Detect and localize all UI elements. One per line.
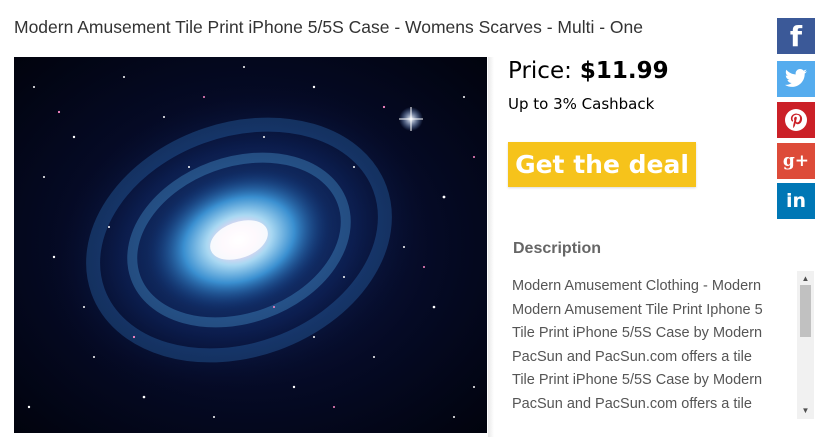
image-shadow — [488, 57, 494, 437]
description-box[interactable]: Modern Amusement Clothing - Modern Moder… — [508, 271, 814, 421]
twitter-bird-icon — [785, 69, 807, 87]
price-line: Price: $11.99 — [508, 58, 669, 84]
galaxy-image — [27, 66, 475, 418]
price-label: Price: — [508, 58, 572, 84]
twitter-share-button[interactable] — [777, 61, 815, 97]
product-image[interactable] — [14, 57, 487, 433]
googleplus-icon: g+ — [782, 151, 810, 171]
description-heading: Description — [513, 240, 602, 257]
scroll-thumb[interactable] — [800, 285, 811, 337]
pinterest-share-button[interactable] — [777, 102, 815, 138]
facebook-share-button[interactable]: f — [777, 18, 815, 54]
facebook-icon: f — [789, 19, 803, 53]
googleplus-share-button[interactable]: g+ — [777, 143, 815, 179]
linkedin-share-button[interactable]: in — [777, 183, 815, 219]
scroll-up-arrow-icon[interactable]: ▲ — [797, 273, 814, 285]
cashback-text: Up to 3% Cashback — [508, 95, 655, 113]
product-title: Modern Amusement Tile Print iPhone 5/5S … — [14, 17, 643, 37]
pinterest-icon — [785, 109, 807, 131]
linkedin-icon: in — [785, 190, 807, 212]
get-deal-button[interactable]: Get the deal — [508, 142, 696, 187]
description-text: Modern Amusement Clothing - Modern Moder… — [512, 278, 763, 412]
scroll-down-arrow-icon[interactable]: ▼ — [797, 405, 814, 417]
price-value: $11.99 — [579, 58, 669, 84]
description-scrollbar[interactable]: ▲ ▼ — [797, 271, 814, 419]
